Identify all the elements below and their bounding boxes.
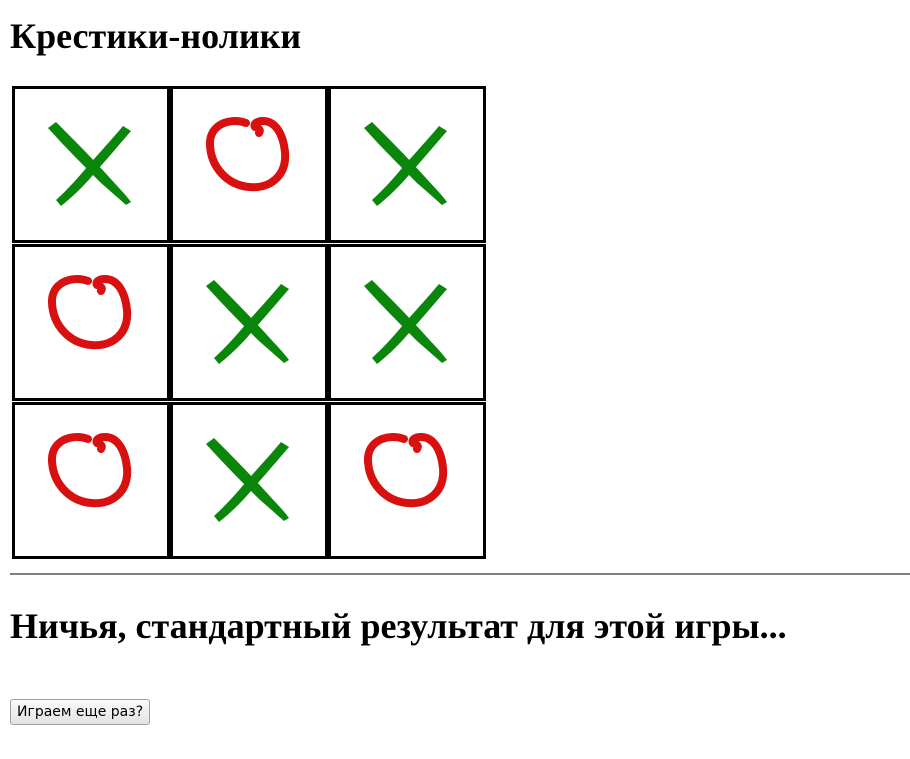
play-again-button[interactable]: Играем еще раз? [10, 699, 151, 725]
x-mark-icon [206, 280, 289, 364]
x-mark-icon [48, 122, 131, 206]
x-mark-icon [206, 438, 289, 522]
board-cell-4[interactable] [12, 244, 170, 401]
board-cell-6[interactable] [328, 244, 486, 401]
board-cell-7[interactable] [12, 402, 170, 559]
o-mark-icon [206, 117, 290, 192]
board-cell-2[interactable] [170, 86, 328, 243]
o-mark-icon [48, 275, 132, 350]
page-title: Крестики-нолики [10, 16, 302, 56]
o-mark-icon [364, 433, 448, 508]
board-cell-1[interactable] [12, 86, 170, 243]
board-cell-9[interactable] [328, 402, 486, 559]
x-mark-icon [364, 122, 447, 206]
board-cell-3[interactable] [328, 86, 486, 243]
board-cell-5[interactable] [170, 244, 328, 401]
board-cell-8[interactable] [170, 402, 328, 559]
x-mark-icon [364, 280, 447, 364]
o-mark-icon [48, 433, 132, 508]
divider [10, 573, 910, 575]
game-board [12, 86, 488, 560]
result-message: Ничья, стандартный результат для этой иг… [10, 606, 787, 646]
